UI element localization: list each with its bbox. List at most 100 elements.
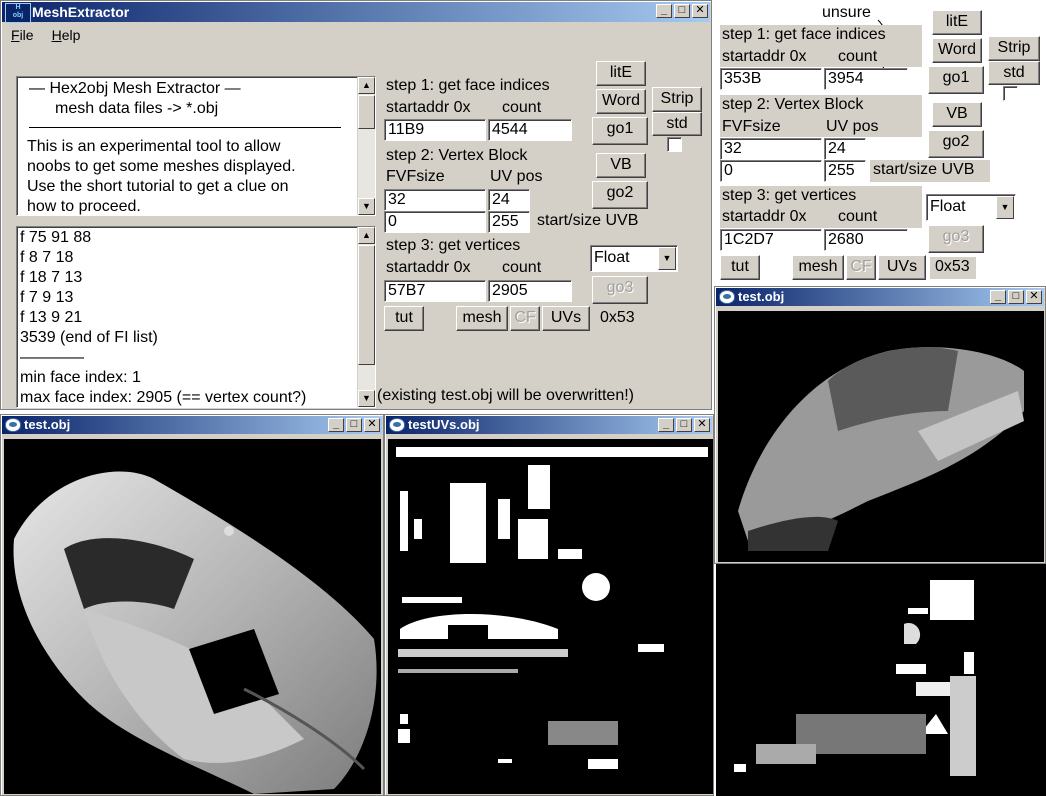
close-button[interactable]: ✕: [364, 418, 380, 432]
std-button[interactable]: std: [988, 61, 1040, 85]
minimize-button[interactable]: _: [328, 418, 344, 432]
scroll-thumb[interactable]: [358, 95, 375, 129]
std-button[interactable]: std: [652, 112, 702, 136]
format-select[interactable]: Float ▼: [926, 194, 1016, 221]
close-button[interactable]: ✕: [692, 4, 708, 18]
startaddr-label: startaddr 0x: [386, 99, 471, 116]
lite-button[interactable]: litE: [596, 61, 646, 86]
count-label: count: [502, 259, 542, 276]
scroll-thumb[interactable]: [358, 245, 375, 365]
uvpos-input[interactable]: 24: [824, 138, 866, 160]
uvstart-input[interactable]: 0: [384, 211, 486, 233]
startaddr-label: startaddr 0x: [722, 48, 807, 65]
uvs-button[interactable]: UVs: [542, 306, 590, 331]
info-divider: [29, 127, 341, 128]
word-button[interactable]: Word: [932, 38, 982, 63]
vb-button[interactable]: VB: [932, 102, 982, 127]
scroll-down-icon[interactable]: ▼: [358, 390, 375, 407]
format-select[interactable]: Float ▼: [590, 245, 678, 272]
uv-viewport[interactable]: [388, 439, 713, 794]
step2-label: step 2: Vertex Block: [722, 96, 864, 113]
uvpos-input[interactable]: 24: [488, 189, 530, 211]
log-line: f 18 7 13: [20, 269, 83, 286]
tut-button[interactable]: tut: [720, 255, 760, 280]
cf-button[interactable]: CF: [846, 255, 876, 280]
viewer-app-icon: [719, 290, 735, 304]
step1-startaddr-input[interactable]: 11B9: [384, 119, 486, 141]
log-line: max face index: 2905 (== vertex count?): [20, 389, 307, 406]
go2-button[interactable]: go2: [928, 130, 984, 158]
overwrite-warning: (existing test.obj will be overwritten!): [377, 387, 634, 404]
lite-button[interactable]: litE: [932, 10, 982, 35]
log-panel: f 75 91 88 f 8 7 18 f 18 7 13 f 7 9 13 f…: [16, 226, 376, 408]
uvstart-input[interactable]: 0: [720, 160, 822, 182]
maximize-button[interactable]: □: [674, 4, 690, 18]
step3-startaddr-input[interactable]: 1C2D7: [720, 229, 822, 251]
maximize-button[interactable]: □: [346, 418, 362, 432]
minimize-button[interactable]: _: [658, 418, 674, 432]
startaddr-label: startaddr 0x: [722, 208, 807, 225]
close-button[interactable]: ✕: [694, 418, 710, 432]
step3-label: step 3: get vertices: [722, 187, 857, 204]
close-button[interactable]: ✕: [1026, 290, 1042, 304]
go3-button[interactable]: go3: [928, 225, 984, 253]
log-scrollbar[interactable]: ▲ ▼: [357, 227, 375, 407]
maximize-button[interactable]: □: [1008, 290, 1024, 304]
info-title: — Hex2obj Mesh Extractor —: [29, 80, 241, 97]
step1-count-input[interactable]: 3954: [824, 68, 908, 90]
log-line: 3539 (end of FI list): [20, 329, 158, 346]
viewer-title: testUVs.obj: [408, 417, 480, 432]
uvs-button[interactable]: UVs: [878, 255, 926, 280]
go1-button[interactable]: go1: [928, 66, 984, 94]
test-obj-viewer-right: test.obj _ □ ✕: [714, 286, 1046, 564]
maximize-button[interactable]: □: [676, 418, 692, 432]
viewer-titlebar[interactable]: test.obj _ □ ✕: [716, 288, 1044, 306]
menu-help[interactable]: Help: [52, 27, 81, 47]
main-titlebar[interactable]: Hobj MeshExtractor _ □ ✕: [2, 2, 710, 23]
3d-viewport[interactable]: [4, 439, 381, 794]
scroll-up-icon[interactable]: ▲: [358, 227, 375, 244]
viewer-titlebar[interactable]: test.obj _ □ ✕: [2, 416, 382, 434]
fvf-input[interactable]: 32: [720, 138, 822, 160]
test-obj-viewer-left: test.obj _ □ ✕: [0, 414, 384, 796]
info-scrollbar[interactable]: ▲ ▼: [357, 77, 375, 215]
uvsize-input[interactable]: 255: [488, 211, 530, 233]
minimize-button[interactable]: _: [990, 290, 1006, 304]
fvf-label: FVFsize: [722, 118, 781, 135]
uvsize-input[interactable]: 255: [824, 160, 866, 182]
count-label: count: [838, 48, 878, 65]
scroll-up-icon[interactable]: ▲: [358, 77, 375, 94]
mesh-button[interactable]: mesh: [456, 306, 508, 331]
scroll-down-icon[interactable]: ▼: [358, 198, 375, 215]
step1-startaddr-input[interactable]: 353B: [720, 68, 822, 90]
count-label: count: [838, 208, 878, 225]
step3-startaddr-input[interactable]: 57B7: [384, 280, 486, 302]
uvb-label: start/size UVB: [873, 161, 975, 178]
cf-button[interactable]: CF: [510, 306, 540, 331]
3d-viewport[interactable]: [718, 311, 1044, 562]
step3-count-input[interactable]: 2905: [488, 280, 572, 302]
log-line: f 7 9 13: [20, 289, 74, 306]
go2-button[interactable]: go2: [592, 181, 648, 209]
menu-file[interactable]: File: [11, 27, 34, 47]
go1-button[interactable]: go1: [592, 117, 648, 145]
tut-button[interactable]: tut: [384, 306, 424, 331]
fvf-label: FVFsize: [386, 168, 445, 185]
minimize-button[interactable]: _: [656, 4, 672, 18]
word-button[interactable]: Word: [596, 89, 646, 114]
uv-viewport-right[interactable]: [716, 564, 1046, 796]
step1-count-input[interactable]: 4544: [488, 119, 572, 141]
fvf-input[interactable]: 32: [384, 189, 486, 211]
viewer-title: test.obj: [24, 417, 71, 432]
std-checkbox[interactable]: [667, 137, 682, 152]
std-checkbox[interactable]: [1003, 86, 1018, 101]
chevron-down-icon[interactable]: ▼: [996, 196, 1014, 219]
step3-count-input[interactable]: 2680: [824, 229, 908, 251]
strip-button[interactable]: Strip: [988, 36, 1040, 61]
strip-button[interactable]: Strip: [652, 87, 702, 112]
chevron-down-icon[interactable]: ▼: [658, 247, 676, 270]
vb-button[interactable]: VB: [596, 153, 646, 178]
go3-button[interactable]: go3: [592, 276, 648, 304]
viewer-titlebar[interactable]: testUVs.obj _ □ ✕: [386, 416, 712, 434]
mesh-button[interactable]: mesh: [792, 255, 844, 280]
